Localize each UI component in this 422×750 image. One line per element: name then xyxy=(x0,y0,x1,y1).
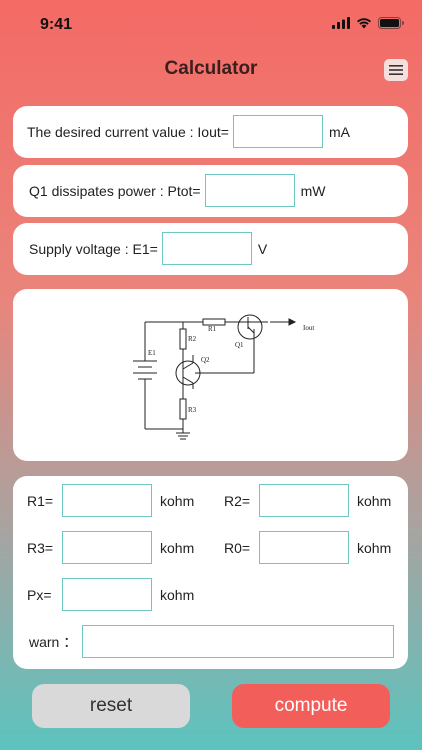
iout-unit: mA xyxy=(328,123,350,140)
ptot-label: Q1 dissipates power : Ptot= xyxy=(29,182,201,199)
circuit-card: R1 R2 R3 E1 Q1 Q2 Iout xyxy=(13,289,408,461)
r3-resistor xyxy=(179,398,187,420)
warn-label: warn ： xyxy=(29,633,78,650)
r2-label: R2 xyxy=(188,335,197,343)
r2-result-field[interactable] xyxy=(259,484,349,517)
r3-result-label: R3= xyxy=(27,539,54,556)
r2-resistor xyxy=(179,328,187,350)
q1-label: Q1 xyxy=(235,341,244,349)
r0-result-label: R0= xyxy=(224,539,251,556)
q1-transistor xyxy=(237,314,263,340)
page-title: Calculator xyxy=(164,58,258,79)
iout-circuit-label: Iout xyxy=(303,324,314,332)
e1-circuit-label: E1 xyxy=(148,349,156,357)
cellular-signal-icon xyxy=(332,17,350,29)
ptot-unit: mW xyxy=(300,182,326,199)
r1-result-field[interactable] xyxy=(62,484,152,517)
px-result-field[interactable] xyxy=(62,578,152,611)
r3-result-field[interactable] xyxy=(62,531,152,564)
status-time: 9:41 xyxy=(40,16,73,33)
ptot-card: Q1 dissipates power : Ptot= mW xyxy=(13,165,408,217)
iout-card: The desired current value : Iout= mA xyxy=(13,106,408,158)
e1-unit: V xyxy=(257,240,268,257)
iout-label: The desired current value : Iout= xyxy=(27,123,229,140)
iout-input[interactable] xyxy=(232,115,323,148)
r2-unit: kohm xyxy=(357,492,392,509)
wifi-icon xyxy=(357,18,371,29)
e1-label: Supply voltage : E1= xyxy=(29,240,158,257)
px-unit: kohm xyxy=(160,586,195,603)
r1-label: R1 xyxy=(208,325,217,333)
r1-unit: kohm xyxy=(160,492,195,509)
r0-unit: kohm xyxy=(357,539,392,556)
r2-result-label: R2= xyxy=(224,492,251,509)
r3-label: R3 xyxy=(188,406,197,414)
circuit-diagram: R1 R2 R3 E1 Q1 Q2 Iout xyxy=(133,314,314,440)
r1-result-label: R1= xyxy=(27,492,54,509)
compute-button[interactable]: compute xyxy=(232,684,390,728)
ptot-input[interactable] xyxy=(204,174,295,207)
q2-label: Q2 xyxy=(201,356,210,364)
px-result-label: Px= xyxy=(27,586,52,603)
r0-result-field[interactable] xyxy=(259,531,349,564)
r3-unit: kohm xyxy=(160,539,195,556)
reset-button[interactable]: reset xyxy=(32,684,190,728)
hamburger-menu-icon xyxy=(389,65,403,75)
status-bar: 9:41 xyxy=(0,0,422,48)
results-card: R1= kohm R2= kohm R3= kohm R0= kohm Px= … xyxy=(13,476,408,669)
e1-card: Supply voltage : E1= V xyxy=(13,223,408,275)
menu-button[interactable] xyxy=(384,59,408,81)
warn-field[interactable] xyxy=(82,625,394,658)
battery-icon xyxy=(378,17,404,29)
e1-input[interactable] xyxy=(161,232,252,265)
